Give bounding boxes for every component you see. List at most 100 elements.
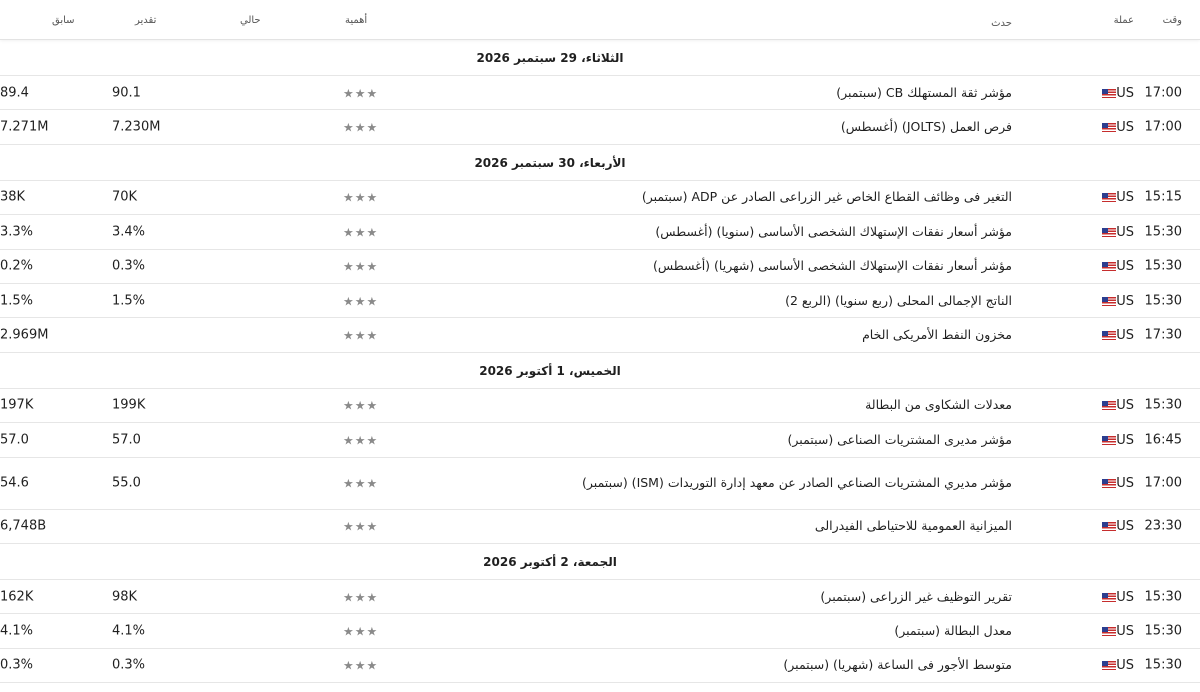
- forecast-value: 1.5%: [112, 293, 146, 309]
- star-icon: ★★★: [343, 433, 379, 448]
- table-row[interactable]: 15:30 US معدلات الشكاوى من البطالة ★★★ 199K 1…: [0, 389, 1200, 424]
- event-name[interactable]: مؤشر أسعار نفقات الإستهلاك الشخصى الأساس…: [372, 257, 1012, 275]
- importance: ★★★: [343, 190, 389, 205]
- importance: ★★★: [343, 120, 389, 135]
- table-row[interactable]: 15:15 US التغير فى وظائف القطاع الخاص غير …: [0, 181, 1200, 216]
- star-icon: ★★★: [343, 398, 379, 413]
- table-row[interactable]: 15:30 US مؤشر أسعار نفقات الإستهلاك الشخصى…: [0, 250, 1200, 284]
- event-currency: US: [1070, 119, 1134, 135]
- us-flag-icon: [1102, 296, 1117, 306]
- event-name[interactable]: فرص العمل (JOLTS) (أغسطس): [372, 118, 1012, 136]
- event-currency: US: [1070, 258, 1134, 274]
- event-currency: US: [1070, 397, 1134, 413]
- star-icon: ★★★: [343, 476, 379, 491]
- forecast-value: 7.230M: [112, 119, 161, 135]
- currency-code: US: [1116, 328, 1134, 344]
- forecast-value: 90.1: [112, 85, 141, 101]
- header-event[interactable]: حدث: [372, 15, 1012, 33]
- event-name[interactable]: التغير فى وظائف القطاع الخاص غير الزراعى…: [372, 188, 1012, 206]
- us-flag-icon: [1102, 626, 1117, 636]
- us-flag-icon: [1102, 522, 1117, 532]
- date-label: الأربعاء، 30 سبتمبر 2026: [474, 155, 626, 170]
- importance: ★★★: [343, 623, 389, 638]
- event-name[interactable]: مؤشر أسعار نفقات الإستهلاك الشخصى الأساس…: [372, 223, 1012, 241]
- star-icon: ★★★: [343, 120, 379, 135]
- us-flag-icon: [1102, 479, 1117, 489]
- importance: ★★★: [343, 398, 389, 413]
- currency-code: US: [1116, 259, 1134, 275]
- event-currency: US: [1070, 589, 1134, 605]
- event-name[interactable]: الناتج الإجمالى المحلى (ربع سنويا) (الرب…: [372, 292, 1012, 310]
- us-flag-icon: [1102, 123, 1117, 133]
- table-row[interactable]: 23:30 US الميزانية العمومية للاحتياطى الفي…: [0, 510, 1200, 544]
- importance: ★★★: [343, 85, 389, 100]
- table-row[interactable]: 15:30 US متوسط الأجور فى الساعة (شهريا) (س…: [0, 649, 1200, 684]
- event-currency: US: [1070, 327, 1134, 343]
- table-row[interactable]: 15:30 US الناتج الإجمالى المحلى (ربع سنويا…: [0, 284, 1200, 319]
- currency-code: US: [1116, 120, 1134, 136]
- us-flag-icon: [1102, 435, 1117, 445]
- us-flag-icon: [1102, 193, 1117, 203]
- currency-code: US: [1116, 293, 1134, 309]
- us-flag-icon: [1102, 227, 1117, 237]
- table-row[interactable]: 17:30 US مخزون النفط الأمريكى الخام ★★★ 2.96…: [0, 318, 1200, 353]
- currency-code: US: [1116, 658, 1134, 674]
- header-forecast[interactable]: تقدير: [135, 15, 195, 26]
- currency-code: US: [1116, 224, 1134, 240]
- currency-code: US: [1116, 85, 1134, 101]
- previous-value: 162K: [0, 589, 34, 605]
- table-row[interactable]: 17:00 US مؤشر مديري المشتريات الصناعي الصا…: [0, 458, 1200, 510]
- importance: ★★★: [343, 589, 389, 604]
- header-previous[interactable]: سابق: [52, 15, 92, 26]
- event-name[interactable]: معدلات الشكاوى من البطالة: [372, 396, 1012, 414]
- star-icon: ★★★: [343, 624, 379, 639]
- currency-code: US: [1116, 398, 1134, 414]
- importance: ★★★: [343, 293, 389, 308]
- event-name[interactable]: مخزون النفط الأمريكى الخام: [372, 326, 1012, 344]
- previous-value: 38K: [0, 189, 26, 205]
- event-name[interactable]: متوسط الأجور فى الساعة (شهريا) (سبتمبر): [372, 656, 1012, 674]
- currency-code: US: [1116, 432, 1134, 448]
- date-row: الخميس، 1 أكتوبر 2026: [0, 353, 1200, 389]
- event-currency: US: [1070, 85, 1134, 101]
- events-table: الثلاثاء، 29 سبتمبر 2026 17:00 US مؤشر ثقة …: [0, 40, 1200, 684]
- event-currency: US: [1070, 224, 1134, 240]
- event-name[interactable]: تقرير التوظيف غير الزراعى (سبتمبر): [372, 588, 1012, 606]
- previous-value: 54.6: [0, 475, 29, 491]
- star-icon: ★★★: [343, 658, 379, 673]
- event-name[interactable]: مؤشر ثقة المستهلك CB (سبتمبر): [372, 84, 1012, 102]
- importance: ★★★: [343, 519, 389, 534]
- event-name[interactable]: معدل البطالة (سبتمبر): [372, 622, 1012, 640]
- date-row: الأربعاء، 30 سبتمبر 2026: [0, 145, 1200, 181]
- event-name[interactable]: مؤشر مديري المشتريات الصناعي الصادر عن م…: [372, 474, 1012, 492]
- event-name[interactable]: مؤشر مديرى المشتريات الصناعى (سبتمبر): [372, 431, 1012, 449]
- table-row[interactable]: 15:30 US تقرير التوظيف غير الزراعى (سبتمبر…: [0, 580, 1200, 615]
- previous-value: 197K: [0, 397, 34, 413]
- event-currency: US: [1070, 518, 1134, 534]
- table-row[interactable]: 17:00 US مؤشر ثقة المستهلك CB (سبتمبر) ★★★ 9…: [0, 76, 1200, 111]
- forecast-value: 0.3%: [112, 258, 146, 274]
- us-flag-icon: [1102, 661, 1117, 671]
- star-icon: ★★★: [343, 328, 379, 343]
- importance: ★★★: [343, 432, 389, 447]
- forecast-value: 0.3%: [112, 657, 146, 673]
- header-importance[interactable]: أهمية: [345, 15, 395, 26]
- event-currency: US: [1070, 293, 1134, 309]
- table-row[interactable]: 16:45 US مؤشر مديرى المشتريات الصناعى (سبت…: [0, 423, 1200, 458]
- previous-value: 89.4: [0, 85, 29, 101]
- star-icon: ★★★: [343, 294, 379, 309]
- currency-code: US: [1116, 589, 1134, 605]
- event-name[interactable]: الميزانية العمومية للاحتياطى الفيدرالى: [372, 517, 1012, 535]
- us-flag-icon: [1102, 331, 1117, 341]
- table-row[interactable]: 15:30 US معدل البطالة (سبتمبر) ★★★ 4.1% 4.1%: [0, 614, 1200, 649]
- previous-value: 7.271M: [0, 119, 49, 135]
- table-row[interactable]: 17:00 US فرص العمل (JOLTS) (أغسطس) ★★★ 7.230…: [0, 110, 1200, 145]
- us-flag-icon: [1102, 88, 1117, 98]
- header-currency[interactable]: عملة: [1070, 15, 1134, 26]
- table-row[interactable]: 15:30 US مؤشر أسعار نفقات الإستهلاك الشخصى…: [0, 215, 1200, 250]
- previous-value: 0.2%: [0, 258, 34, 274]
- currency-code: US: [1116, 519, 1134, 535]
- header-actual[interactable]: حالي: [240, 15, 280, 26]
- us-flag-icon: [1102, 401, 1117, 411]
- importance: ★★★: [343, 476, 389, 491]
